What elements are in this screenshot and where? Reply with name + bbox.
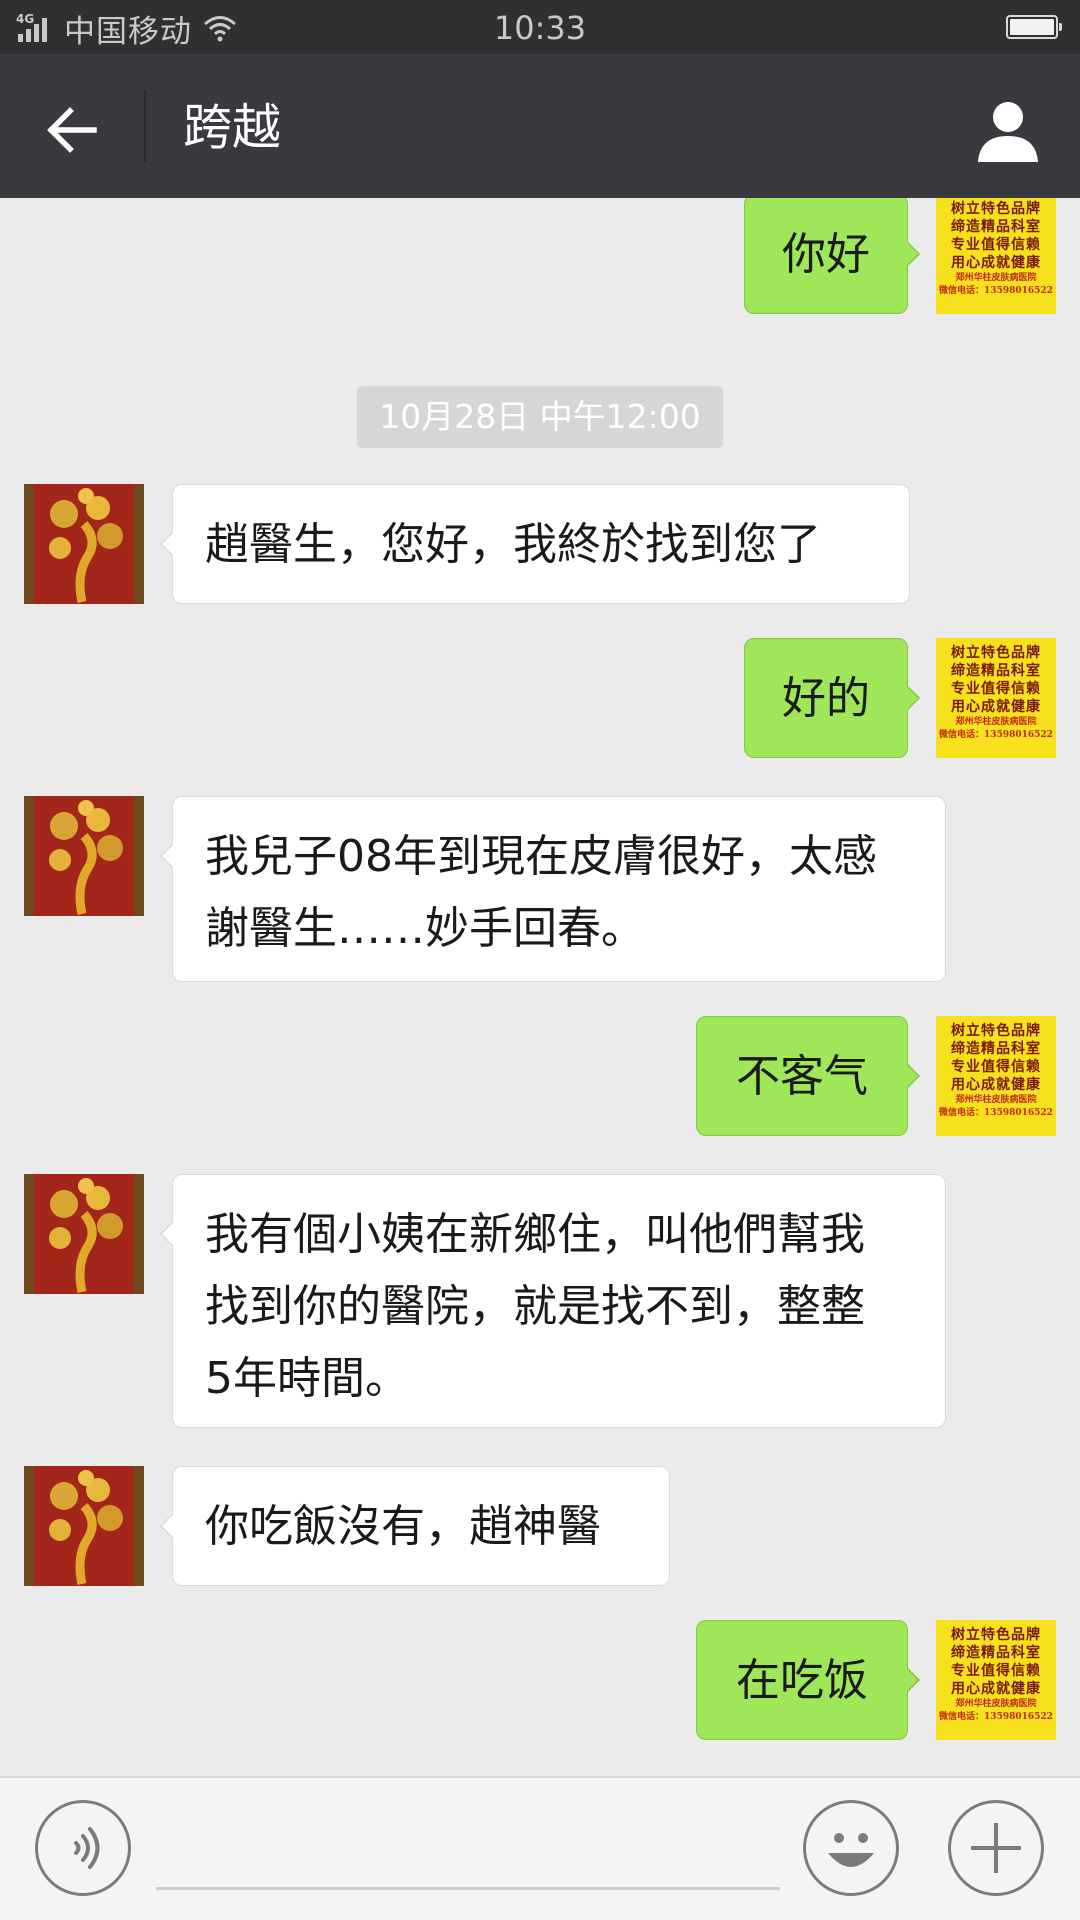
avatar-line: 树立特色品牌 (951, 201, 1041, 217)
received-message-bubble[interactable]: 趙醫生，您好，我終於找到您了 (160, 484, 910, 604)
voice-icon (74, 1827, 100, 1869)
back-arrow-icon[interactable] (36, 94, 108, 166)
sent-message-bubble[interactable]: 不客气 (696, 1016, 920, 1136)
avatar-line: 专业值得信赖 (951, 237, 1041, 253)
message-input[interactable] (156, 1806, 780, 1890)
avatar-line: 缔造精品科室 (951, 1645, 1041, 1661)
avatar-line: 用心成就健康 (951, 699, 1041, 715)
battery-icon (1006, 15, 1062, 39)
tree-image-icon (24, 1174, 144, 1294)
status-bar: 4G 中国移动 10:33 (0, 0, 1080, 54)
contact-avatar[interactable] (24, 1174, 144, 1294)
header-divider (144, 90, 146, 162)
message-text: 好的 (782, 673, 870, 724)
my-avatar[interactable]: 树立特色品牌 缔造精品科室 专业值得信赖 用心成就健康 郑州华柱皮肤病医院 微信… (936, 1016, 1056, 1136)
received-message-bubble[interactable]: 我有個小姨在新鄉住，叫他們幫我 找到你的醫院，就是找不到，整整 5年時間。 (160, 1174, 946, 1428)
avatar-line: 专业值得信赖 (951, 1059, 1041, 1075)
message-text: 趙醫生，您好，我終於找到您了 (205, 519, 821, 570)
avatar-line: 缔造精品科室 (951, 1041, 1041, 1057)
avatar-line: 专业值得信赖 (951, 1663, 1041, 1679)
person-icon[interactable] (972, 94, 1044, 166)
my-avatar[interactable]: 树立特色品牌 缔造精品科室 专业值得信赖 用心成就健康 郑州华柱皮肤病医院 微信… (936, 1620, 1056, 1740)
chat-header: 跨越 (0, 54, 1080, 198)
message-list[interactable]: 你好 树立特色品牌 缔造精品科室 专业值得信赖 用心成就健康 郑州华柱皮肤病医院… (0, 198, 1080, 1776)
avatar-line: 用心成就健康 (951, 1681, 1041, 1697)
message-line: 謝醫生……妙手回春。 (205, 903, 645, 954)
voice-button[interactable] (35, 1800, 131, 1896)
message-text: 不客气 (736, 1051, 868, 1102)
avatar-line: 缔造精品科室 (951, 663, 1041, 679)
contact-avatar[interactable] (24, 484, 144, 604)
avatar-line: 用心成就健康 (951, 255, 1041, 271)
message-line: 5年時間。 (205, 1353, 409, 1404)
received-message-bubble[interactable]: 你吃飯沒有，趙神醫 (160, 1466, 670, 1586)
avatar-line: 树立特色品牌 (951, 1627, 1041, 1643)
tree-image-icon (24, 796, 144, 916)
tree-image-icon (24, 1466, 144, 1586)
clock: 10:33 (493, 9, 587, 47)
message-text: 在吃饭 (736, 1655, 868, 1706)
message-line: 找到你的醫院，就是找不到，整整 (205, 1281, 865, 1332)
my-avatar[interactable]: 树立特色品牌 缔造精品科室 专业值得信赖 用心成就健康 郑州华柱皮肤病医院 微信… (936, 638, 1056, 758)
sent-message-bubble[interactable]: 好的 (744, 638, 920, 758)
avatar-line: 树立特色品牌 (951, 1023, 1041, 1039)
avatar-small-line: 微信电话：13598016522 (939, 286, 1053, 296)
plus-button[interactable] (948, 1800, 1044, 1896)
avatar-small-line: 郑州华柱皮肤病医院 (955, 1095, 1037, 1105)
avatar-small-line: 微信电话：13598016522 (939, 730, 1053, 740)
sent-message-bubble[interactable]: 你好 (744, 198, 920, 314)
avatar-small-line: 微信电话：13598016522 (939, 1108, 1053, 1118)
plus-icon (971, 1823, 1021, 1873)
sent-message-bubble[interactable]: 在吃饭 (696, 1620, 920, 1740)
avatar-line: 用心成就健康 (951, 1077, 1041, 1093)
message-line: 我有個小姨在新鄉住，叫他們幫我 (205, 1209, 865, 1260)
avatar-small-line: 郑州华柱皮肤病医院 (955, 1699, 1037, 1709)
message-line: 我兒子08年到現在皮膚很好，太感 (205, 831, 877, 882)
avatar-small-line: 微信电话：13598016522 (939, 1712, 1053, 1722)
avatar-line: 缔造精品科室 (951, 219, 1041, 235)
my-avatar[interactable]: 树立特色品牌 缔造精品科室 专业值得信赖 用心成就健康 郑州华柱皮肤病医院 微信… (936, 198, 1056, 314)
avatar-line: 树立特色品牌 (951, 645, 1041, 661)
message-text: 你好 (782, 229, 870, 280)
message-text: 你吃飯沒有，趙神醫 (205, 1501, 601, 1552)
received-message-bubble[interactable]: 我兒子08年到現在皮膚很好，太感 謝醫生……妙手回春。 (160, 796, 946, 982)
chat-title: 跨越 (183, 99, 282, 156)
contact-avatar[interactable] (24, 1466, 144, 1586)
emoji-button[interactable] (803, 1800, 899, 1896)
timestamp: 10月28日 中午12:00 (357, 386, 723, 448)
contact-avatar[interactable] (24, 796, 144, 916)
tree-image-icon (24, 484, 144, 604)
avatar-small-line: 郑州华柱皮肤病医院 (955, 717, 1037, 727)
avatar-small-line: 郑州华柱皮肤病医院 (955, 273, 1037, 283)
input-bar (0, 1776, 1080, 1920)
emoji-icon (828, 1833, 874, 1867)
avatar-line: 专业值得信赖 (951, 681, 1041, 697)
